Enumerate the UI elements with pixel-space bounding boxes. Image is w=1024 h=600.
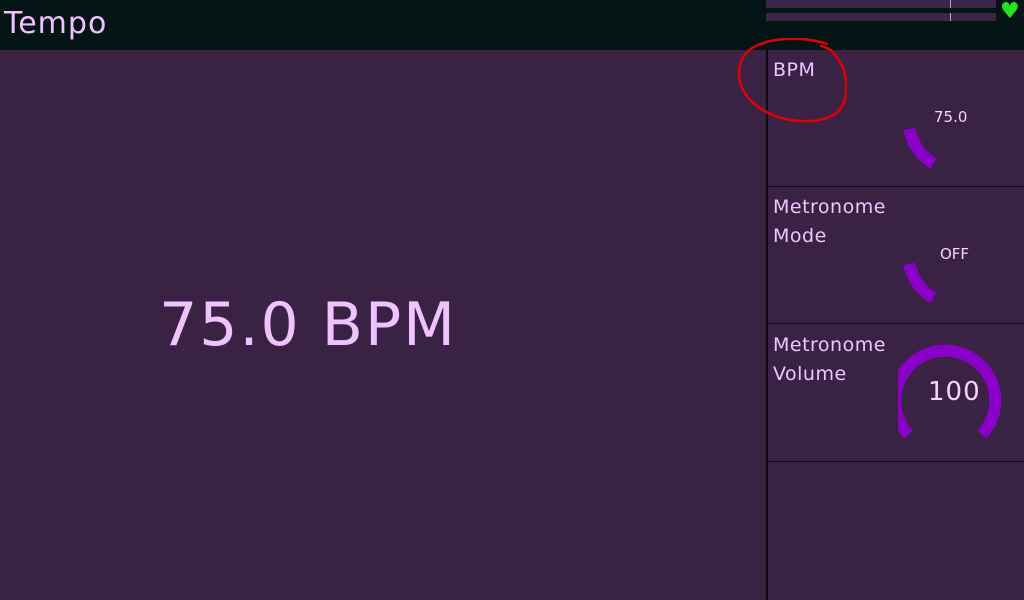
top-bar: Tempo ♥ [0,0,1024,50]
bpm-knob[interactable]: 75.0 [898,50,1024,186]
metronome-mode-value: OFF [940,245,970,263]
metronome-mode-panel[interactable]: Metronome Mode OFF [768,187,1024,324]
metronome-volume-panel[interactable]: Metronome Volume 100 [768,325,1024,462]
metronome-volume-value: 100 [928,377,981,407]
meter-peak-tick [950,13,951,21]
metronome-mode-knob[interactable]: OFF [898,187,1024,323]
tempo-display: 75.0 BPM [0,50,766,600]
bpm-panel[interactable]: BPM 75.0 [768,50,1024,187]
tempo-display-value: 75.0 BPM [159,290,457,360]
level-meter-left [766,0,996,8]
page-title: Tempo [4,6,108,41]
metronome-volume-knob[interactable]: 100 [898,325,1024,461]
heart-icon: ♥ [1000,0,1020,24]
level-meter-right [766,13,996,21]
main-display: 75.0 BPM [0,50,766,600]
meter-peak-tick [950,0,951,8]
bpm-value: 75.0 [934,108,968,126]
empty-panel [768,462,1024,600]
